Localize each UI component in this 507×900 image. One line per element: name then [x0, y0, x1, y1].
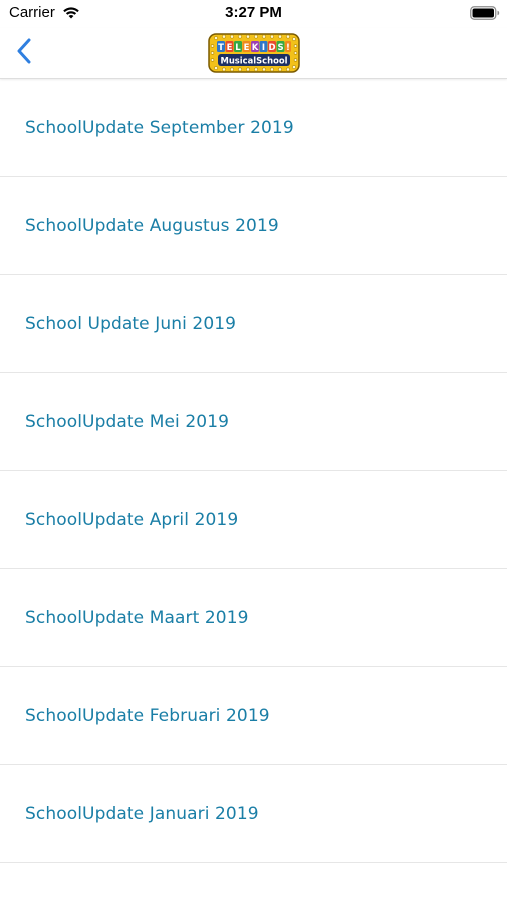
list-item-label: SchoolUpdate April 2019 [25, 509, 239, 530]
list-item[interactable]: SchoolUpdate April 2019 [0, 471, 507, 569]
list-item-label: SchoolUpdate Februari 2019 [25, 705, 270, 726]
chevron-left-icon [16, 38, 32, 69]
back-button[interactable] [8, 36, 40, 70]
svg-text:D: D [268, 43, 275, 53]
telekids-musicalschool-logo: T E L E K I D S! MusicalSchool [208, 31, 300, 75]
svg-text:T: T [218, 43, 224, 53]
list-item[interactable]: SchoolUpdate Maart 2019 [0, 569, 507, 667]
list-item-label: SchoolUpdate Januari 2019 [25, 803, 259, 824]
list-item-label: SchoolUpdate Mei 2019 [25, 411, 230, 432]
list-item-label: SchoolUpdate September 2019 [25, 117, 294, 138]
list-item-label: SchoolUpdate Maart 2019 [25, 607, 249, 628]
list-item[interactable]: SchoolUpdate Januari 2019 [0, 765, 507, 863]
list-item-label: School Update Juni 2019 [25, 313, 237, 334]
svg-text:S: S [277, 43, 283, 53]
svg-text:!: ! [286, 43, 290, 53]
svg-text:I: I [262, 43, 265, 53]
svg-text:MusicalSchool: MusicalSchool [221, 55, 288, 65]
svg-text:L: L [235, 43, 241, 53]
status-time: 3:27 PM [225, 4, 282, 21]
list-item-label: SchoolUpdate Augustus 2019 [25, 215, 279, 236]
battery-icon [470, 6, 500, 20]
svg-text:E: E [244, 43, 250, 53]
list-item[interactable]: SchoolUpdate Augustus 2019 [0, 177, 507, 275]
status-bar: Carrier 3:27 PM [0, 0, 507, 28]
list-item[interactable]: SchoolUpdate Februari 2019 [0, 667, 507, 765]
list-item[interactable]: SchoolUpdate Mei 2019 [0, 373, 507, 471]
svg-text:E: E [227, 43, 233, 53]
school-update-list: SchoolUpdate September 2019 SchoolUpdate… [0, 79, 507, 863]
navigation-bar: T E L E K I D S! MusicalSchool [0, 28, 507, 79]
list-item[interactable]: SchoolUpdate September 2019 [0, 79, 507, 177]
app-screen: Carrier 3:27 PM TEL E K I D S ! MusicalS… [0, 0, 507, 900]
list-item[interactable]: School Update Juni 2019 [0, 275, 507, 373]
svg-text:K: K [252, 43, 259, 53]
